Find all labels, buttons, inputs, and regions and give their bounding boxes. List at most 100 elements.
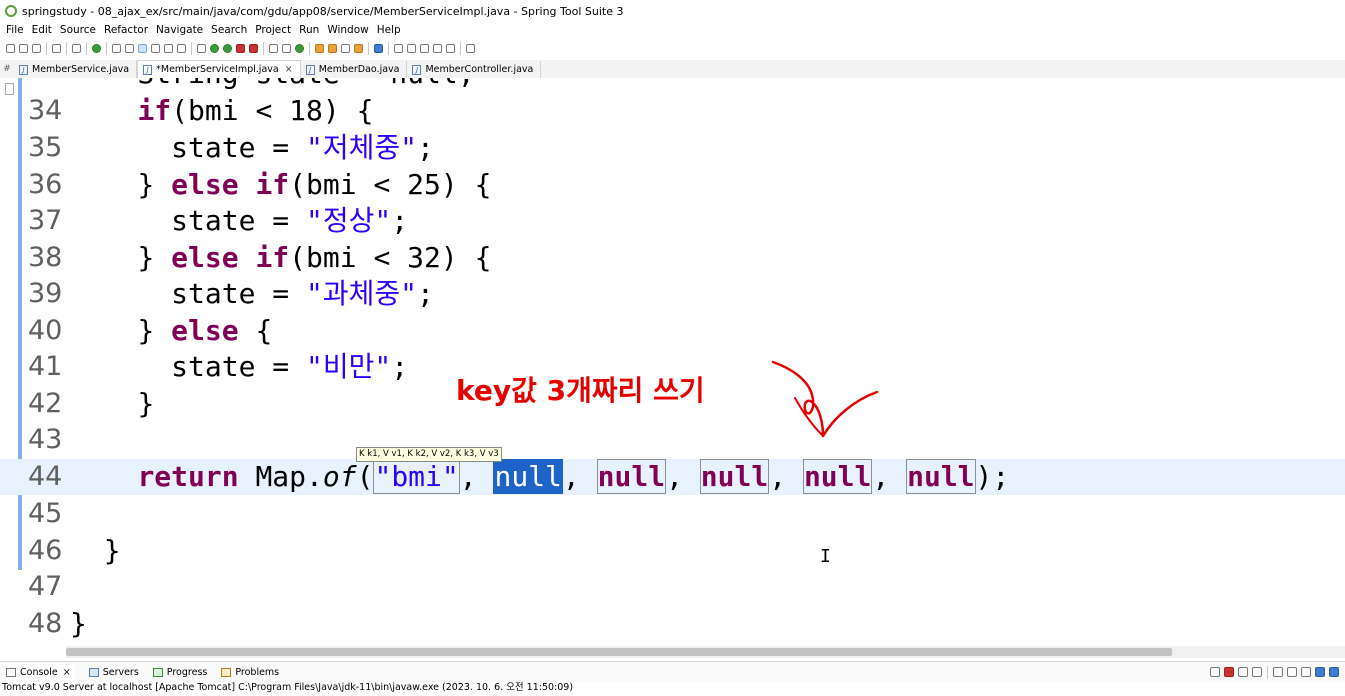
- globe-icon[interactable]: [374, 43, 383, 53]
- new-server-icon[interactable]: [269, 43, 278, 53]
- hand-drawn-arrow-icon: [771, 360, 879, 438]
- menu-file[interactable]: File: [6, 24, 24, 36]
- line-number: 48: [28, 608, 63, 639]
- tab-console[interactable]: Console ×: [2, 664, 75, 680]
- coverage-icon[interactable]: [223, 43, 232, 53]
- argument-placeholder: "bmi": [373, 459, 460, 494]
- tab-member-service-impl[interactable]: J *MemberServiceImpl.java ×: [137, 60, 301, 78]
- current-code-line: 44 return Map.of("bmi", null, null, null…: [0, 459, 1345, 495]
- tab-member-dao[interactable]: J MemberDao.java: [301, 61, 408, 78]
- tab-label: MemberService.java: [32, 64, 130, 75]
- bottom-panel-tabs: Console × Servers Progress Problems: [0, 661, 1345, 682]
- editor-tab-bar: # J MemberService.java J *MemberServiceI…: [0, 60, 1345, 79]
- open-console-icon[interactable]: [1329, 667, 1339, 677]
- block-selection-icon[interactable]: [151, 43, 160, 53]
- view-menu-icon[interactable]: #: [0, 60, 14, 78]
- toolbar-separator: [46, 41, 47, 55]
- code-line: 35 state = "저체중";: [0, 130, 1345, 166]
- run-icon[interactable]: [210, 43, 219, 53]
- pin-icon[interactable]: [125, 43, 134, 53]
- skip-breakpoints-icon[interactable]: [72, 43, 81, 53]
- menu-source[interactable]: Source: [60, 24, 96, 36]
- problems-icon: [221, 667, 232, 677]
- code-line: 47: [0, 569, 1345, 605]
- tab-member-controller[interactable]: J MemberController.java: [407, 61, 542, 78]
- tab-progress[interactable]: Progress: [152, 667, 207, 678]
- menu-project[interactable]: Project: [255, 24, 291, 36]
- remove-launch-icon[interactable]: [1238, 667, 1248, 677]
- perspective-icon[interactable]: [466, 43, 475, 53]
- paragraph-icon[interactable]: [177, 43, 186, 53]
- code-text: }: [103, 534, 121, 567]
- save-icon[interactable]: [19, 43, 28, 53]
- new-file-icon[interactable]: [6, 43, 15, 53]
- code-text: if(bmi < 18) {: [137, 94, 374, 127]
- code-line: 34 if(bmi < 18) {: [0, 93, 1345, 129]
- code-text: } else if(bmi < 25) {: [137, 168, 492, 201]
- back-icon[interactable]: [433, 43, 442, 53]
- terminal-icon[interactable]: [52, 43, 61, 53]
- external-tools-icon[interactable]: [249, 43, 258, 53]
- line-number: 45: [28, 498, 63, 529]
- tab-problems[interactable]: Problems: [221, 667, 279, 678]
- open-folder-icon[interactable]: [354, 43, 363, 53]
- progress-icon: [152, 667, 163, 677]
- tab-servers[interactable]: Servers: [88, 666, 139, 678]
- line-number: 41: [28, 351, 63, 382]
- search-icon[interactable]: [341, 43, 350, 53]
- parameter-hint-tooltip: K k1, V v1, K k2, V v2, K k3, V v3: [356, 447, 502, 462]
- line-number: 35: [28, 132, 63, 163]
- next-annotation-icon[interactable]: [394, 43, 403, 53]
- editor-horizontal-scrollbar[interactable]: [66, 646, 1345, 658]
- menu-run[interactable]: Run: [299, 24, 319, 36]
- toolbar-separator: [460, 41, 461, 55]
- show-whitespace-icon[interactable]: [164, 43, 173, 53]
- pin-console-icon[interactable]: [1301, 667, 1311, 677]
- open-task-icon[interactable]: [328, 43, 337, 53]
- debug-icon[interactable]: [197, 43, 206, 53]
- close-icon[interactable]: ×: [285, 64, 293, 75]
- menu-bar: File Edit Source Refactor Navigate Searc…: [0, 22, 1345, 38]
- terminate-all-icon[interactable]: [1210, 667, 1220, 677]
- tab-label: Servers: [102, 666, 139, 678]
- menu-search[interactable]: Search: [211, 24, 247, 36]
- new-package-icon[interactable]: [282, 43, 291, 53]
- stop-icon[interactable]: [236, 43, 245, 53]
- code-line: 36 } else if(bmi < 25) {: [0, 167, 1345, 203]
- menu-edit[interactable]: Edit: [32, 24, 52, 36]
- console-icon: [6, 667, 16, 677]
- forward-icon[interactable]: [446, 43, 455, 53]
- java-file-icon: J: [412, 64, 422, 75]
- refresh-icon[interactable]: [112, 43, 121, 53]
- close-icon[interactable]: ×: [63, 667, 71, 678]
- terminate-icon[interactable]: [1224, 667, 1234, 677]
- menu-refactor[interactable]: Refactor: [104, 24, 148, 36]
- scroll-lock-icon[interactable]: [1273, 667, 1283, 677]
- remove-all-icon[interactable]: [1252, 667, 1262, 677]
- scrollbar-thumb[interactable]: [66, 648, 1172, 656]
- menu-window[interactable]: Window: [327, 24, 368, 36]
- open-type-icon[interactable]: [315, 43, 324, 53]
- menu-navigate[interactable]: Navigate: [156, 24, 203, 36]
- last-edit-location-icon[interactable]: [420, 43, 429, 53]
- code-text: }: [137, 387, 155, 420]
- previous-annotation-icon[interactable]: [407, 43, 416, 53]
- tab-label: Problems: [235, 666, 280, 678]
- code-text: } else {: [137, 314, 273, 347]
- code-editor[interactable]: String state = null; 34 if(bmi < 18) { 3…: [0, 78, 1345, 646]
- tab-member-service[interactable]: J MemberService.java: [14, 61, 138, 78]
- spring-boot-icon[interactable]: [92, 43, 101, 53]
- word-wrap-icon[interactable]: [1287, 667, 1297, 677]
- code-text: String state = null;: [70, 78, 474, 92]
- display-console-icon[interactable]: [1315, 667, 1325, 677]
- code-line: 46 }: [0, 533, 1345, 569]
- tab-label: Console: [20, 666, 58, 678]
- code-line: 43: [0, 422, 1345, 458]
- java-file-icon: J: [143, 64, 153, 75]
- mark-occurrences-icon[interactable]: [138, 43, 147, 53]
- window-title-bar: springstudy - 08_ajax_ex/src/main/java/c…: [0, 0, 1345, 22]
- new-class-icon[interactable]: [295, 43, 304, 53]
- menu-help[interactable]: Help: [377, 24, 401, 36]
- line-number: 44: [28, 461, 63, 492]
- save-all-icon[interactable]: [32, 43, 41, 53]
